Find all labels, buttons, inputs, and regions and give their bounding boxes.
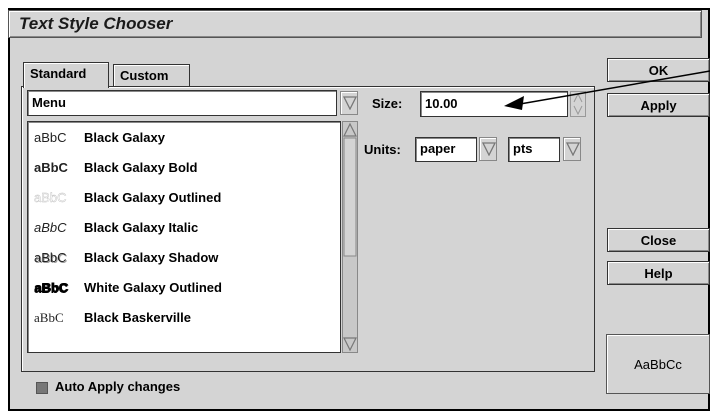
tab-standard[interactable]: Standard xyxy=(23,62,109,88)
style-name: Black Galaxy Italic xyxy=(84,220,199,235)
style-sample: aBbC xyxy=(34,130,67,145)
style-name: Black Galaxy Bold xyxy=(84,160,198,175)
units-pts-field[interactable]: pts xyxy=(508,137,560,162)
style-name: Black Baskerville xyxy=(84,310,191,325)
style-list-scrollbar[interactable] xyxy=(342,121,358,353)
close-button[interactable]: Close xyxy=(607,228,710,252)
units-paper-dropdown[interactable] xyxy=(479,137,497,161)
style-name: Black Galaxy Shadow xyxy=(84,250,219,265)
style-sample: aBbC xyxy=(34,160,68,175)
help-button[interactable]: Help xyxy=(607,261,710,285)
dropdown-triangle-icon xyxy=(566,142,580,156)
style-sample: aBbC xyxy=(34,190,67,205)
list-item[interactable]: aBbC Black Baskerville xyxy=(28,304,340,334)
style-sample: aBbC xyxy=(34,220,67,235)
size-label: Size: xyxy=(372,96,403,111)
style-sample: aBbC xyxy=(34,310,64,325)
auto-apply-label: Auto Apply changes xyxy=(55,379,181,394)
spinner-arrows-icon xyxy=(573,92,583,116)
apply-button[interactable]: Apply xyxy=(607,93,710,117)
list-item[interactable]: aBbC Black Galaxy Bold xyxy=(28,154,340,184)
list-item[interactable]: aBbC Black Galaxy Shadow xyxy=(28,244,340,274)
units-label: Units: xyxy=(364,142,401,157)
tab-custom[interactable]: Custom xyxy=(113,64,190,88)
list-item[interactable]: aBbC Black Galaxy Italic xyxy=(28,214,340,244)
dropdown-triangle-icon xyxy=(343,96,357,110)
units-paper-field[interactable]: paper xyxy=(415,137,477,162)
style-sample: aBbC xyxy=(34,280,68,295)
style-name: White Galaxy Outlined xyxy=(84,280,222,295)
list-item[interactable]: aBbC Black Galaxy Outlined xyxy=(28,184,340,214)
units-pts-dropdown[interactable] xyxy=(563,137,581,161)
window-title: Text Style Chooser xyxy=(19,14,173,33)
style-name-field[interactable]: Menu xyxy=(27,90,337,116)
size-spinner[interactable] xyxy=(570,91,586,117)
style-sample: aBbC xyxy=(34,250,67,265)
auto-apply-checkbox[interactable] xyxy=(36,382,48,394)
style-name: Black Galaxy Outlined xyxy=(84,190,222,205)
list-item[interactable]: aBbC Black Galaxy xyxy=(28,124,340,154)
style-dropdown-button[interactable] xyxy=(340,91,358,115)
style-name: Black Galaxy xyxy=(84,130,165,145)
dropdown-triangle-icon xyxy=(482,142,496,156)
ok-button[interactable]: OK xyxy=(607,58,710,82)
style-preview: AaBbCc xyxy=(606,334,710,394)
size-field[interactable]: 10.00 xyxy=(420,91,568,117)
list-item[interactable]: aBbC White Galaxy Outlined xyxy=(28,274,340,304)
scrollbar-arrows-icon xyxy=(343,122,357,352)
title-bar: Text Style Chooser xyxy=(8,10,702,38)
style-list[interactable]: aBbC Black Galaxy aBbC Black Galaxy Bold… xyxy=(27,121,341,353)
